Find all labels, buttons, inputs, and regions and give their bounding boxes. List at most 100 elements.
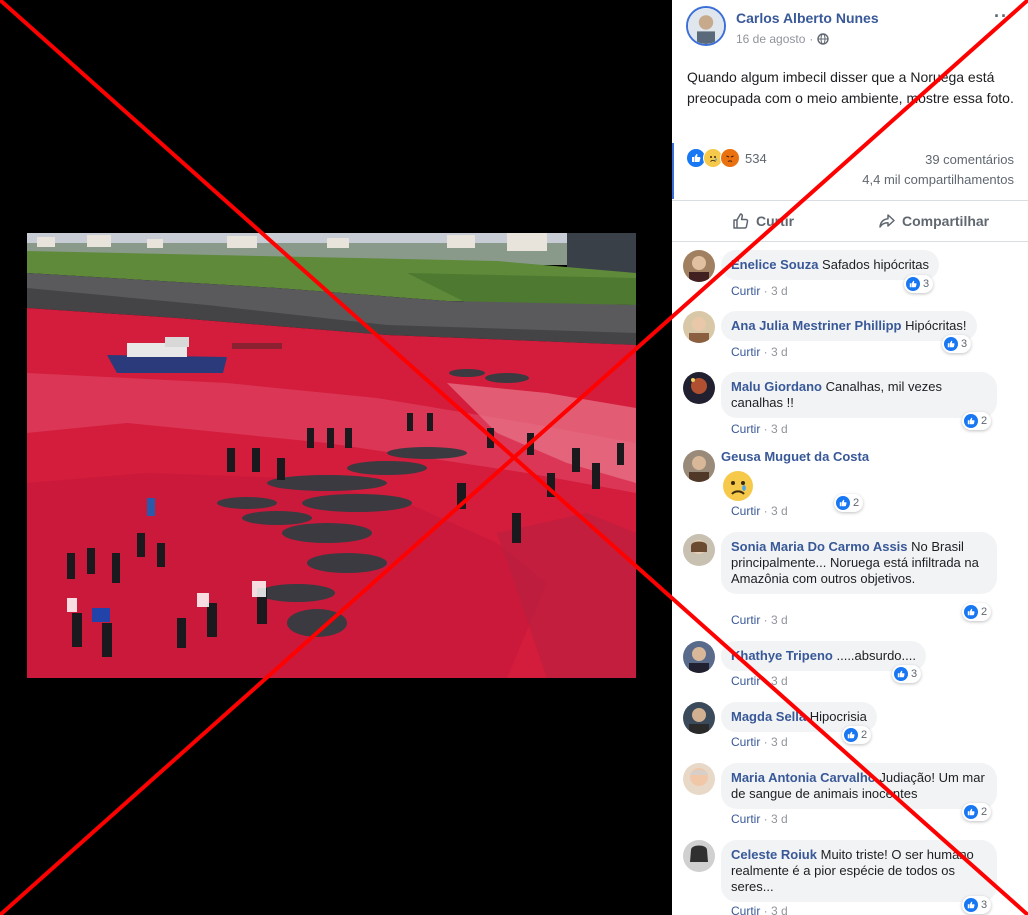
like-icon bbox=[964, 898, 978, 912]
comment-meta: Curtir · 3 d bbox=[731, 735, 788, 749]
share-button-label: Compartilhar bbox=[902, 213, 990, 229]
comment-body: Geusa Muguet da Costa bbox=[721, 449, 869, 464]
reactions-summary[interactable]: 534 bbox=[686, 148, 767, 168]
comment-bubble: Malu Giordano Canalhas, mil vezes canalh… bbox=[721, 372, 997, 418]
comment-likes[interactable]: 2 bbox=[962, 603, 992, 621]
focus-accent-bar bbox=[672, 143, 674, 199]
comment-likes[interactable]: 3 bbox=[962, 896, 992, 914]
comment-likes[interactable]: 2 bbox=[842, 726, 872, 744]
commenter-name[interactable]: Celeste Roiuk bbox=[731, 847, 817, 862]
comment-like-link[interactable]: Curtir bbox=[731, 812, 760, 826]
globe-icon bbox=[817, 33, 830, 45]
comment-like-count: 3 bbox=[923, 278, 930, 290]
like-icon bbox=[964, 805, 978, 819]
commenter-avatar[interactable] bbox=[683, 702, 715, 734]
comment-bubble: Maria Antonia Carvalho Judiação! Um mar … bbox=[721, 763, 997, 809]
like-icon bbox=[964, 414, 978, 428]
comment-time[interactable]: 3 d bbox=[771, 904, 788, 915]
post-date[interactable]: 16 de agosto bbox=[736, 32, 805, 46]
comment-likes[interactable]: 3 bbox=[892, 665, 922, 683]
comment-like-link[interactable]: Curtir bbox=[731, 674, 760, 688]
comment-likes[interactable]: 2 bbox=[834, 494, 864, 512]
sad-face-emoji bbox=[723, 471, 753, 501]
commenter-name[interactable]: Geusa Muguet da Costa bbox=[721, 449, 869, 464]
comment-time[interactable]: 3 d bbox=[771, 674, 788, 688]
like-icon bbox=[906, 277, 920, 291]
post-sidebar: Carlos Alberto Nunes 16 de agosto · ··· … bbox=[672, 0, 1028, 915]
commenter-name[interactable]: Maria Antonia Carvalho bbox=[731, 770, 876, 785]
comment-like-link[interactable]: Curtir bbox=[731, 904, 760, 915]
comment-like-count: 3 bbox=[981, 899, 988, 911]
commenter-name[interactable]: Khathye Tripeno bbox=[731, 648, 833, 663]
commenter-name[interactable]: Malu Giordano bbox=[731, 379, 822, 394]
post-text: Quando algum imbecil disser que a Norueg… bbox=[687, 69, 1014, 106]
commenter-name[interactable]: Enelice Souza bbox=[731, 257, 818, 272]
comment-text: .....absurdo.... bbox=[836, 648, 916, 663]
share-button[interactable]: Compartilhar bbox=[878, 201, 989, 241]
comment-likes[interactable]: 2 bbox=[962, 412, 992, 430]
reaction-count: 534 bbox=[745, 150, 767, 166]
comment-text: Hipócritas! bbox=[905, 318, 967, 333]
comment-like-link[interactable]: Curtir bbox=[731, 422, 760, 436]
comment-time[interactable]: 3 d bbox=[771, 284, 788, 298]
comment-bubble: Ana Julia Mestriner Phillipp Hipócritas! bbox=[721, 311, 977, 341]
comment-time[interactable]: 3 d bbox=[771, 345, 788, 359]
commenter-avatar[interactable] bbox=[683, 450, 715, 482]
comment-text: Safados hipócritas bbox=[822, 257, 929, 272]
comment-like-link[interactable]: Curtir bbox=[731, 613, 760, 627]
comment-time[interactable]: 3 d bbox=[771, 812, 788, 826]
whale-hunt-photo bbox=[27, 233, 636, 678]
comments-count[interactable]: 39 comentários bbox=[925, 152, 1014, 167]
commenter-avatar[interactable] bbox=[683, 534, 715, 566]
commenter-avatar[interactable] bbox=[683, 641, 715, 673]
post-photo[interactable] bbox=[27, 233, 636, 678]
post-meta: 16 de agosto · bbox=[736, 32, 830, 46]
commenter-name[interactable]: Ana Julia Mestriner Phillipp bbox=[731, 318, 901, 333]
post-options-menu[interactable]: ··· bbox=[994, 6, 1015, 27]
comment-time[interactable]: 3 d bbox=[771, 504, 788, 518]
like-button-label: Curtir bbox=[756, 213, 795, 229]
angry-icon bbox=[720, 148, 740, 168]
commenter-avatar[interactable] bbox=[683, 311, 715, 343]
like-icon bbox=[964, 605, 978, 619]
comment-like-link[interactable]: Curtir bbox=[731, 504, 760, 518]
thumbs-up-icon bbox=[733, 213, 749, 229]
commenter-avatar[interactable] bbox=[683, 840, 715, 872]
comment-like-link[interactable]: Curtir bbox=[731, 735, 760, 749]
like-icon bbox=[844, 728, 858, 742]
comment-like-link[interactable]: Curtir bbox=[731, 345, 760, 359]
comment-time[interactable]: 3 d bbox=[771, 735, 788, 749]
comment-time[interactable]: 3 d bbox=[771, 422, 788, 436]
author-avatar[interactable] bbox=[686, 6, 726, 46]
commenter-avatar[interactable] bbox=[683, 372, 715, 404]
comment-meta: Curtir · 3 d bbox=[731, 504, 788, 518]
comment-bubble: Sonia Maria Do Carmo Assis No Brasil pri… bbox=[721, 532, 997, 594]
comment-meta: Curtir · 3 d bbox=[731, 674, 788, 688]
comment-like-count: 3 bbox=[961, 338, 968, 350]
like-icon bbox=[836, 496, 850, 510]
comment-time[interactable]: 3 d bbox=[771, 613, 788, 627]
comment-like-count: 3 bbox=[911, 668, 918, 680]
comment-meta: Curtir · 3 d bbox=[731, 812, 788, 826]
commenter-avatar[interactable] bbox=[683, 763, 715, 795]
comment-bubble: Celeste Roiuk Muito triste! O ser humano… bbox=[721, 840, 997, 902]
commenter-avatar[interactable] bbox=[683, 250, 715, 282]
comment-like-count: 2 bbox=[981, 606, 988, 618]
comment-like-count: 2 bbox=[981, 415, 988, 427]
comment-like-count: 2 bbox=[853, 497, 860, 509]
comment-likes[interactable]: 3 bbox=[904, 275, 934, 293]
photo-viewer bbox=[0, 0, 672, 915]
share-arrow-icon bbox=[879, 214, 895, 228]
commenter-name[interactable]: Magda Sella bbox=[731, 709, 806, 724]
comment-meta: Curtir · 3 d bbox=[731, 613, 788, 627]
shares-count[interactable]: 4,4 mil compartilhamentos bbox=[862, 172, 1014, 187]
comment-likes[interactable]: 3 bbox=[942, 335, 972, 353]
author-name[interactable]: Carlos Alberto Nunes bbox=[736, 10, 879, 26]
comment-meta: Curtir · 3 d bbox=[731, 284, 788, 298]
post-actions-bar: Curtir Compartilhar bbox=[672, 200, 1028, 242]
comment-meta: Curtir · 3 d bbox=[731, 904, 788, 915]
commenter-name[interactable]: Sonia Maria Do Carmo Assis bbox=[731, 539, 908, 554]
comment-like-link[interactable]: Curtir bbox=[731, 284, 760, 298]
like-button[interactable]: Curtir bbox=[732, 201, 794, 241]
comment-likes[interactable]: 2 bbox=[962, 803, 992, 821]
